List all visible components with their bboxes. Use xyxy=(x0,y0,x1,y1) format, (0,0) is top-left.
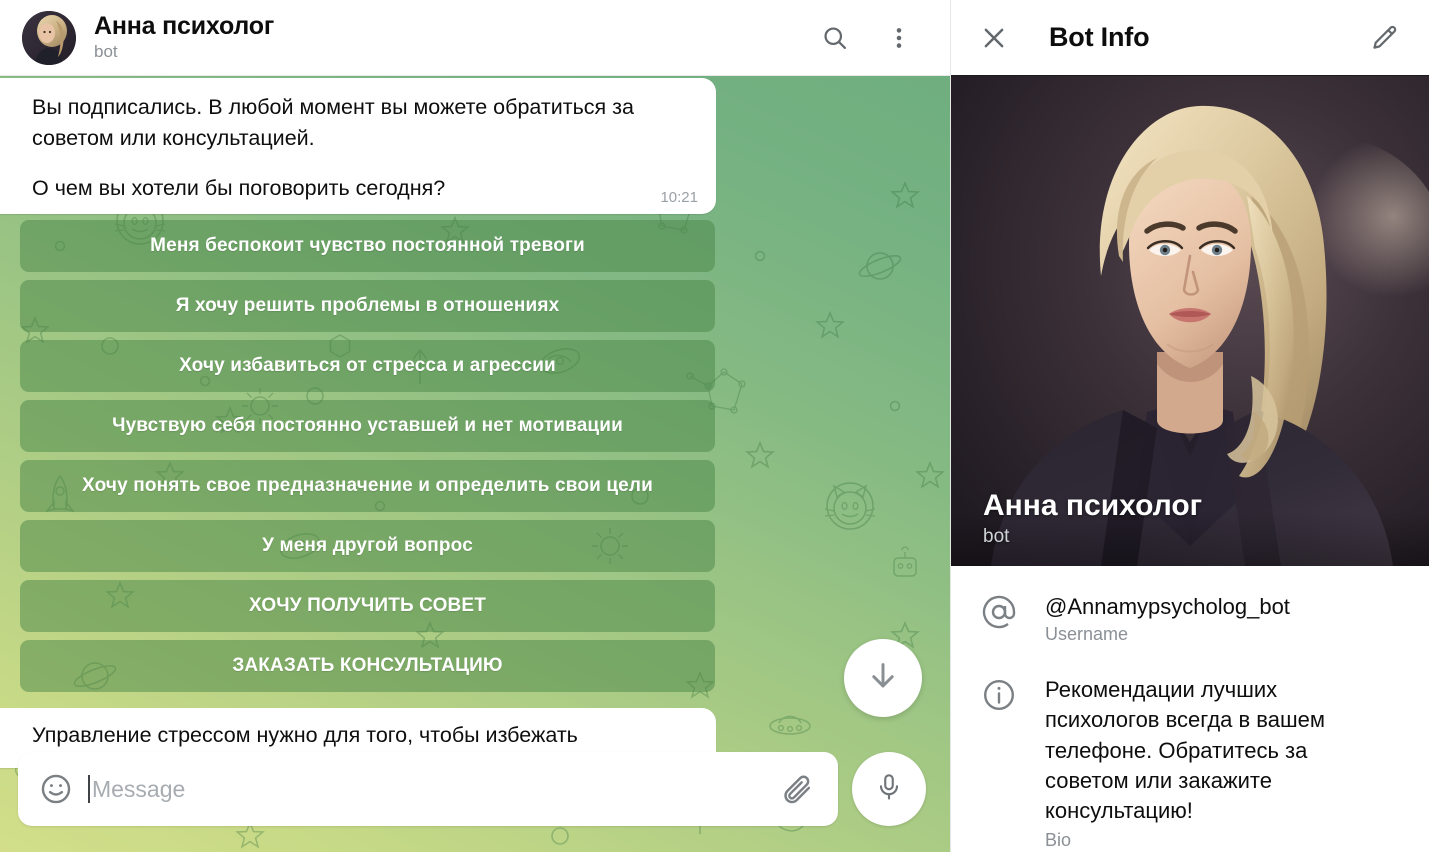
keyboard-button-0[interactable]: Меня беспокоит чувство постоянной тревог… xyxy=(20,220,715,272)
chat-subtitle: bot xyxy=(94,41,118,61)
info-row-bio[interactable]: Рекомендации лучших психологов всегда в … xyxy=(977,675,1405,851)
chat-title: Анна психолог xyxy=(94,11,275,40)
bot-profile-photo[interactable]: Анна психолог bot xyxy=(951,76,1429,566)
at-sign-icon xyxy=(977,592,1021,630)
search-icon[interactable] xyxy=(818,21,852,55)
keyboard-button-label: Хочу избавиться от стресса и агрессии xyxy=(179,355,556,376)
telegram-window: Анна психолог bot Вы подписались. В любо… xyxy=(0,0,1429,852)
message-bubble-bot[interactable]: Вы подписались. В любой момент вы можете… xyxy=(0,78,716,214)
bot-info-panel: Bot Info Анна психолог bot @Annamypsycho… xyxy=(950,0,1429,852)
bio-label: Bio xyxy=(1045,829,1072,850)
chat-message-list[interactable]: Вы подписались. В любой момент вы можете… xyxy=(0,76,950,852)
keyboard-button-label: ХОЧУ ПОЛУЧИТЬ СОВЕТ xyxy=(249,595,486,616)
keyboard-button-5[interactable]: У меня другой вопрос xyxy=(20,520,715,572)
keyboard-button-6[interactable]: ХОЧУ ПОЛУЧИТЬ СОВЕТ xyxy=(20,580,715,632)
message-timestamp: 10:21 xyxy=(660,188,698,206)
username-label: Username xyxy=(1045,624,1129,645)
info-circle-icon xyxy=(977,675,1021,713)
info-row-username[interactable]: @Annamypsycholog_bot Username xyxy=(977,592,1405,645)
info-texts-bio: Рекомендации лучших психологов всегда в … xyxy=(1045,675,1375,851)
chat-header-actions xyxy=(818,21,932,55)
microphone-button[interactable] xyxy=(852,752,926,826)
username-value: @Annamypsycholog_bot xyxy=(1045,594,1290,619)
keyboard-button-label: Меня беспокоит чувство постоянной тревог… xyxy=(150,235,585,256)
arrow-down-icon xyxy=(866,659,900,698)
keyboard-button-7[interactable]: ЗАКАЗАТЬ КОНСУЛЬТАЦИЮ xyxy=(20,640,715,692)
keyboard-button-label: У меня другой вопрос xyxy=(262,535,473,556)
message-input[interactable] xyxy=(91,775,776,803)
message-paragraph-2: О чем вы хотели бы поговорить сегодня? xyxy=(32,176,446,201)
keyboard-button-label: ЗАКАЗАТЬ КОНСУЛЬТАЦИЮ xyxy=(232,655,503,676)
microphone-icon xyxy=(874,772,904,807)
reply-keyboard: Меня беспокоит чувство постоянной тревог… xyxy=(20,220,715,700)
bot-info-title: Bot Info xyxy=(1049,22,1150,52)
pencil-icon[interactable] xyxy=(1367,21,1401,55)
chat-header: Анна психолог bot xyxy=(0,0,950,76)
keyboard-button-2[interactable]: Хочу избавиться от стресса и агрессии xyxy=(20,340,715,392)
message-composer xyxy=(0,740,950,852)
message-paragraph-1: Вы подписались. В любой момент вы можете… xyxy=(32,95,634,150)
keyboard-button-1[interactable]: Я хочу решить проблемы в отношениях xyxy=(20,280,715,332)
bio-value: Рекомендации лучших психологов всегда в … xyxy=(1045,677,1325,824)
keyboard-button-3[interactable]: Чувствую себя постоянно уставшей и нет м… xyxy=(20,400,715,452)
info-texts-username: @Annamypsycholog_bot Username xyxy=(1045,592,1290,645)
text-caret xyxy=(88,775,90,803)
keyboard-button-label: Я хочу решить проблемы в отношениях xyxy=(175,295,560,316)
scroll-to-bottom-button[interactable] xyxy=(844,639,922,717)
bot-info-header: Bot Info xyxy=(951,0,1429,76)
keyboard-button-label: Хочу понять свое предназначение и опреде… xyxy=(82,475,653,496)
chat-header-texts: Анна психолог bot xyxy=(94,12,274,63)
profile-subtitle: bot xyxy=(983,526,1010,547)
keyboard-button-label: Чувствую себя постоянно уставшей и нет м… xyxy=(112,415,623,436)
chat-column: Анна психолог bot Вы подписались. В любо… xyxy=(0,0,950,852)
bot-info-rows: @Annamypsycholog_bot Username Рекомендац… xyxy=(951,566,1429,851)
close-icon[interactable] xyxy=(977,21,1011,55)
keyboard-button-4[interactable]: Хочу понять свое предназначение и опреде… xyxy=(20,460,715,512)
avatar[interactable] xyxy=(22,10,76,65)
profile-name: Анна психолог xyxy=(983,489,1203,522)
paperclip-icon[interactable] xyxy=(776,768,818,810)
profile-photo-overlay: Анна психолог bot xyxy=(951,488,1429,566)
more-vertical-icon[interactable] xyxy=(882,21,916,55)
composer-field[interactable] xyxy=(18,752,838,826)
smiley-icon[interactable] xyxy=(36,769,76,809)
message-input-wrap[interactable] xyxy=(88,775,776,803)
